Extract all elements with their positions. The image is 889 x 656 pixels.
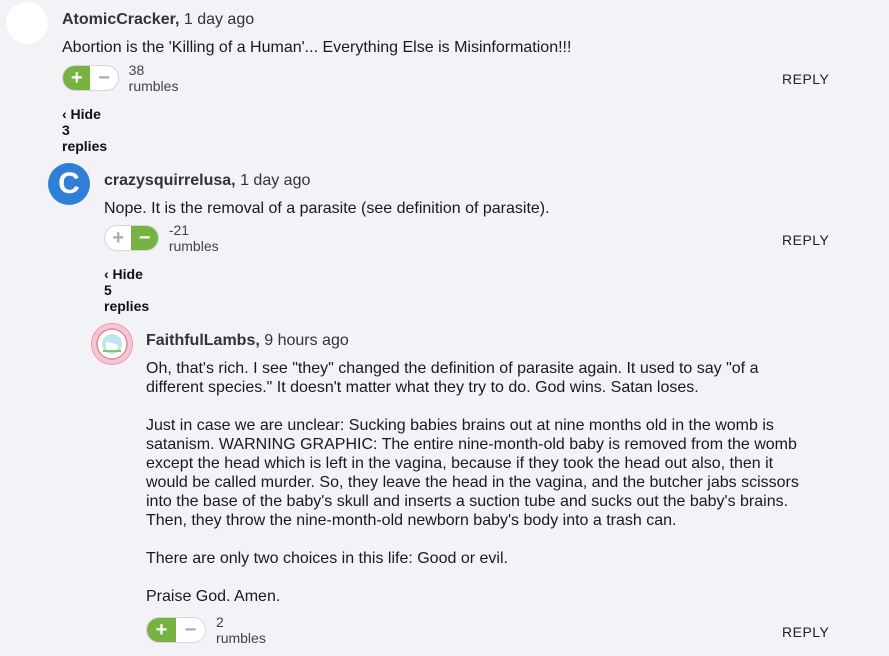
- upvote-button[interactable]: +: [105, 226, 131, 250]
- hide-replies-toggle[interactable]: ‹ Hide 3 replies: [62, 106, 107, 154]
- rumble-count: 2 rumbles: [216, 614, 266, 646]
- avatar[interactable]: [6, 2, 48, 44]
- username[interactable]: FaithfulLambs,: [146, 332, 260, 349]
- downvote-button[interactable]: −: [90, 66, 117, 90]
- comment-paragraph: Abortion is the 'Killing of a Human'... …: [62, 39, 572, 56]
- vote-widget: + − -21 rumbles: [104, 222, 230, 254]
- timestamp: 9 hours ago: [264, 332, 349, 349]
- lamb-logo-icon: [96, 328, 128, 360]
- upvote-button[interactable]: +: [147, 618, 177, 642]
- comment-paragraph: Praise God. Amen.: [146, 588, 281, 605]
- vote-widget: + − 38 rumbles: [62, 62, 188, 94]
- vote-box: + −: [104, 225, 159, 251]
- vote-widget: + − 2 rumbles: [146, 614, 272, 646]
- comment-text: Oh, that's rich. I see "they" changed th…: [146, 359, 810, 606]
- vote-box: + −: [62, 65, 119, 91]
- avatar[interactable]: [91, 323, 133, 365]
- username[interactable]: AtomicCracker,: [62, 11, 179, 28]
- reply-button[interactable]: REPLY: [782, 71, 829, 87]
- comment-header: FaithfulLambs, 9 hours ago: [146, 332, 349, 350]
- comment-header: AtomicCracker, 1 day ago: [62, 11, 254, 29]
- downvote-button[interactable]: −: [176, 618, 205, 642]
- vote-box: + −: [146, 617, 207, 643]
- downvote-button[interactable]: −: [131, 226, 158, 250]
- reply-button[interactable]: REPLY: [782, 624, 829, 640]
- comment-header: crazysquirrelusa, 1 day ago: [104, 172, 310, 190]
- comment-text: Nope. It is the removal of a parasite (s…: [104, 199, 844, 218]
- timestamp: 1 day ago: [183, 11, 255, 28]
- comment-paragraph: Nope. It is the removal of a parasite (s…: [104, 200, 550, 217]
- timestamp: 1 day ago: [240, 172, 311, 189]
- comment-text: Abortion is the 'Killing of a Human'... …: [62, 38, 842, 57]
- avatar[interactable]: C: [48, 163, 90, 205]
- rumble-count: 38 rumbles: [128, 62, 179, 94]
- upvote-button[interactable]: +: [63, 66, 91, 90]
- reply-button[interactable]: REPLY: [782, 232, 829, 248]
- hide-replies-toggle[interactable]: ‹ Hide 5 replies: [104, 266, 149, 314]
- comment-paragraph: Oh, that's rich. I see "they" changed th…: [146, 360, 759, 396]
- rumble-count: -21 rumbles: [168, 222, 219, 254]
- comment-paragraph: There are only two choices in this life:…: [146, 550, 508, 567]
- comment-paragraph: Just in case we are unclear: Sucking bab…: [146, 417, 799, 529]
- username[interactable]: crazysquirrelusa,: [104, 172, 236, 189]
